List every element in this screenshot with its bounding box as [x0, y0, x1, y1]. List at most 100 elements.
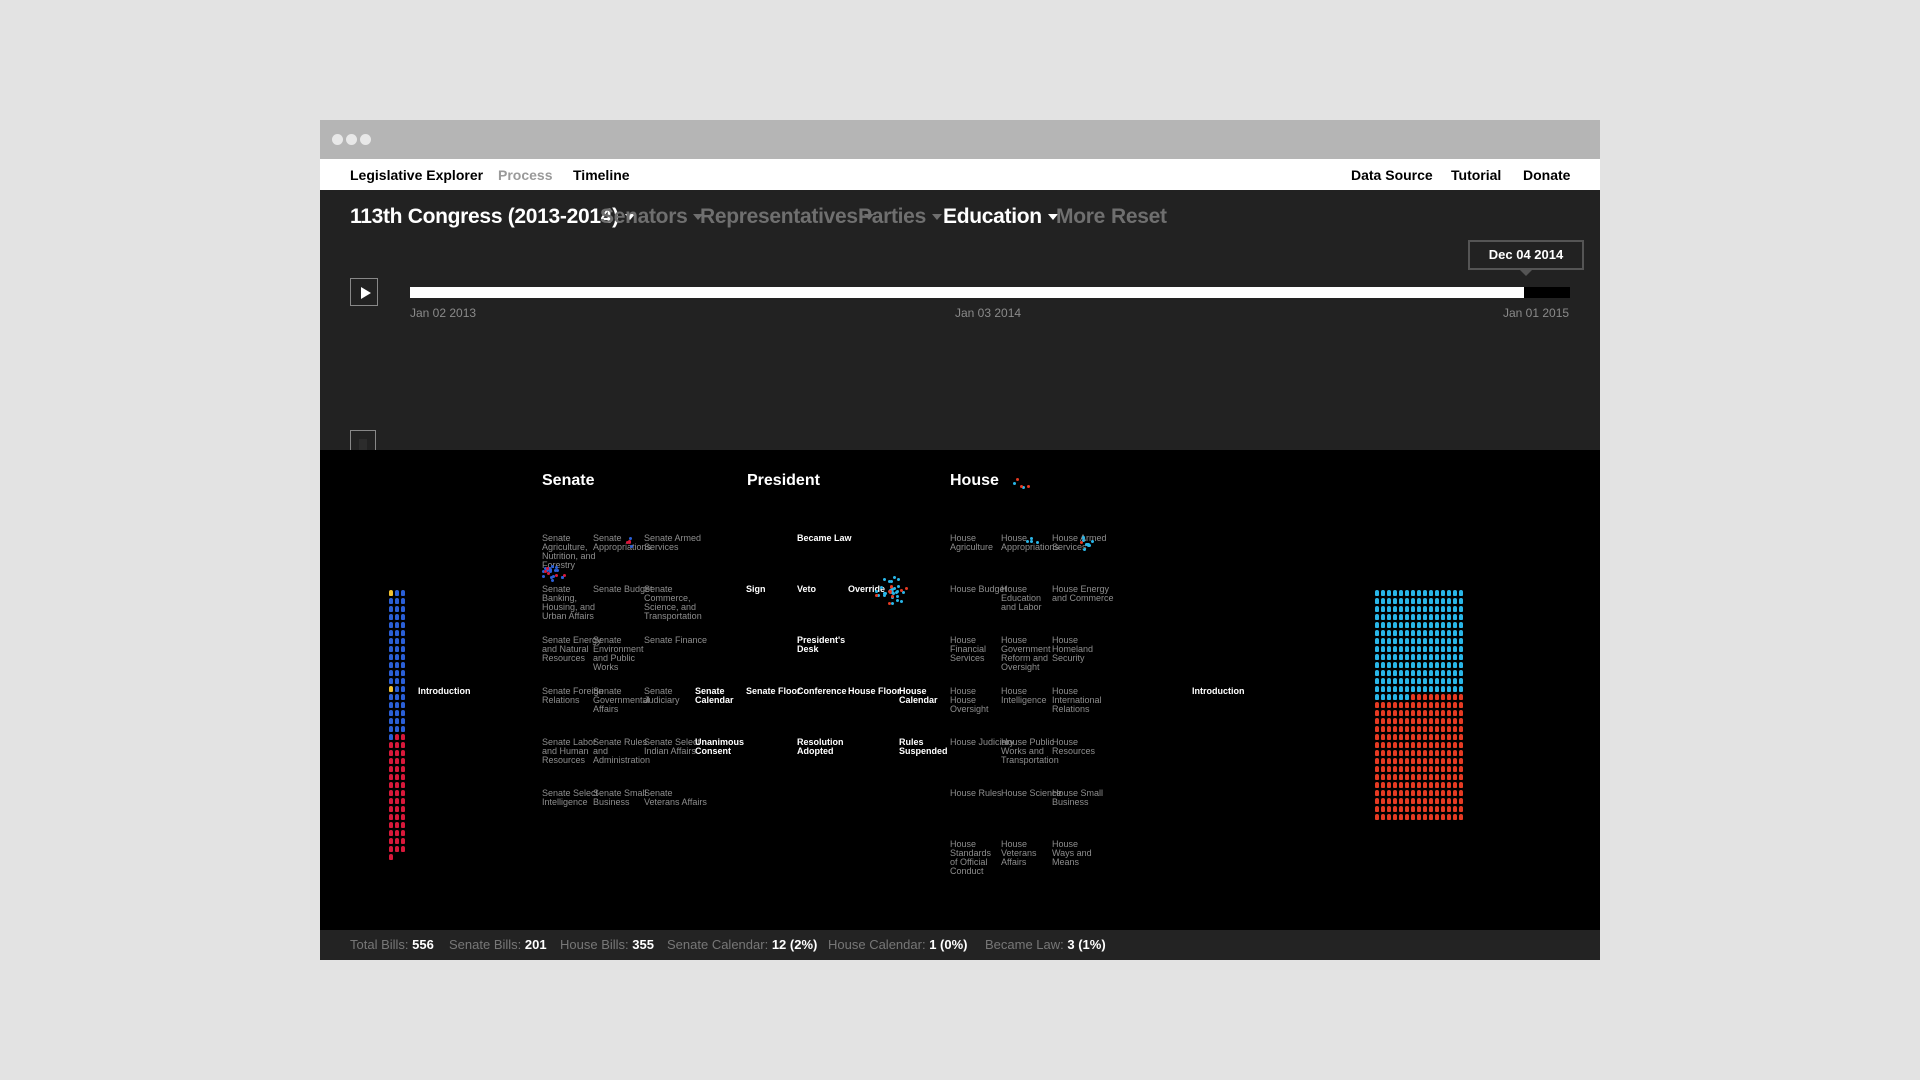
- bill-dot[interactable]: [1029, 540, 1033, 543]
- member-icon[interactable]: [1411, 766, 1415, 772]
- member-icon[interactable]: [1375, 662, 1379, 668]
- member-icon[interactable]: [1441, 702, 1445, 708]
- member-icon[interactable]: [1459, 750, 1463, 756]
- node-introduction-senate[interactable]: Introduction: [418, 687, 484, 696]
- member-icon[interactable]: [1405, 606, 1409, 612]
- member-icon[interactable]: [1399, 662, 1403, 668]
- member-icon[interactable]: [395, 678, 399, 684]
- member-icon[interactable]: [1399, 750, 1403, 756]
- member-icon[interactable]: [1387, 662, 1391, 668]
- member-icon[interactable]: [1441, 726, 1445, 732]
- member-icon[interactable]: [1429, 814, 1433, 820]
- member-icon[interactable]: [1441, 694, 1445, 700]
- member-icon[interactable]: [1393, 734, 1397, 740]
- member-icon[interactable]: [1381, 662, 1385, 668]
- member-icon[interactable]: [1429, 694, 1433, 700]
- member-icon[interactable]: [1453, 750, 1457, 756]
- member-icon[interactable]: [1447, 686, 1451, 692]
- member-icon[interactable]: [389, 742, 393, 748]
- member-icon[interactable]: [1393, 654, 1397, 660]
- member-icon[interactable]: [1447, 766, 1451, 772]
- member-icon[interactable]: [401, 734, 405, 740]
- member-icon[interactable]: [1387, 782, 1391, 788]
- member-icon[interactable]: [1399, 638, 1403, 644]
- member-icon[interactable]: [1387, 774, 1391, 780]
- member-icon[interactable]: [1381, 782, 1385, 788]
- member-icon[interactable]: [401, 678, 405, 684]
- member-icon[interactable]: [1405, 614, 1409, 620]
- member-icon[interactable]: [389, 734, 393, 740]
- member-icon[interactable]: [1453, 622, 1457, 628]
- member-icon[interactable]: [1429, 630, 1433, 636]
- member-icon[interactable]: [389, 846, 393, 852]
- member-icon[interactable]: [1423, 590, 1427, 596]
- member-icon[interactable]: [1387, 622, 1391, 628]
- member-icon[interactable]: [395, 590, 399, 596]
- member-icon[interactable]: [401, 742, 405, 748]
- member-icon[interactable]: [395, 782, 399, 788]
- member-icon[interactable]: [401, 614, 405, 620]
- member-icon[interactable]: [1423, 630, 1427, 636]
- member-icon[interactable]: [1411, 782, 1415, 788]
- member-icon[interactable]: [1393, 782, 1397, 788]
- member-icon[interactable]: [1375, 718, 1379, 724]
- member-icon[interactable]: [1405, 798, 1409, 804]
- member-icon[interactable]: [1387, 598, 1391, 604]
- member-icon[interactable]: [1381, 814, 1385, 820]
- member-icon[interactable]: [1423, 598, 1427, 604]
- member-icon[interactable]: [1417, 774, 1421, 780]
- member-icon[interactable]: [1417, 638, 1421, 644]
- member-icon[interactable]: [401, 758, 405, 764]
- member-icon[interactable]: [1417, 710, 1421, 716]
- member-icon[interactable]: [1417, 614, 1421, 620]
- member-icon[interactable]: [1411, 670, 1415, 676]
- member-icon[interactable]: [1423, 766, 1427, 772]
- member-icon[interactable]: [1453, 606, 1457, 612]
- member-icon[interactable]: [1387, 726, 1391, 732]
- member-icon[interactable]: [1441, 630, 1445, 636]
- member-icon[interactable]: [395, 750, 399, 756]
- member-icon[interactable]: [1399, 718, 1403, 724]
- member-icon[interactable]: [1417, 590, 1421, 596]
- member-icon[interactable]: [1423, 670, 1427, 676]
- member-icon[interactable]: [1423, 710, 1427, 716]
- member-icon[interactable]: [1429, 654, 1433, 660]
- member-icon[interactable]: [1459, 598, 1463, 604]
- node-resolution-adopted[interactable]: Resolution Adopted: [797, 738, 844, 756]
- member-icon[interactable]: [389, 814, 393, 820]
- member-icon[interactable]: [389, 766, 393, 772]
- member-icon[interactable]: [1429, 798, 1433, 804]
- member-icon[interactable]: [401, 726, 405, 732]
- member-icon[interactable]: [1387, 630, 1391, 636]
- member-icon[interactable]: [1447, 790, 1451, 796]
- member-icon[interactable]: [1411, 702, 1415, 708]
- member-icon[interactable]: [395, 846, 399, 852]
- member-icon[interactable]: [1405, 766, 1409, 772]
- member-icon[interactable]: [1435, 702, 1439, 708]
- member-icon[interactable]: [1399, 686, 1403, 692]
- member-icon[interactable]: [1387, 702, 1391, 708]
- member-icon[interactable]: [1453, 702, 1457, 708]
- member-icon[interactable]: [1381, 630, 1385, 636]
- member-icon[interactable]: [401, 686, 405, 692]
- node-house-committee[interactable]: House Veterans Affairs: [1001, 840, 1041, 867]
- member-icon[interactable]: [1435, 598, 1439, 604]
- member-icon[interactable]: [1399, 766, 1403, 772]
- member-icon[interactable]: [1375, 590, 1379, 596]
- member-icon[interactable]: [1435, 806, 1439, 812]
- member-icon[interactable]: [1441, 742, 1445, 748]
- member-icon[interactable]: [1405, 758, 1409, 764]
- bill-dot[interactable]: [889, 584, 893, 588]
- member-icon[interactable]: [1435, 622, 1439, 628]
- member-icon[interactable]: [1453, 694, 1457, 700]
- member-icon[interactable]: [389, 726, 393, 732]
- member-icon[interactable]: [1453, 814, 1457, 820]
- member-icon[interactable]: [1453, 790, 1457, 796]
- member-icon[interactable]: [1459, 630, 1463, 636]
- member-icon[interactable]: [1453, 726, 1457, 732]
- member-icon[interactable]: [1399, 726, 1403, 732]
- member-icon[interactable]: [389, 798, 393, 804]
- member-icon[interactable]: [1459, 678, 1463, 684]
- node-became-law[interactable]: Became Law: [797, 534, 863, 543]
- member-icon[interactable]: [1423, 750, 1427, 756]
